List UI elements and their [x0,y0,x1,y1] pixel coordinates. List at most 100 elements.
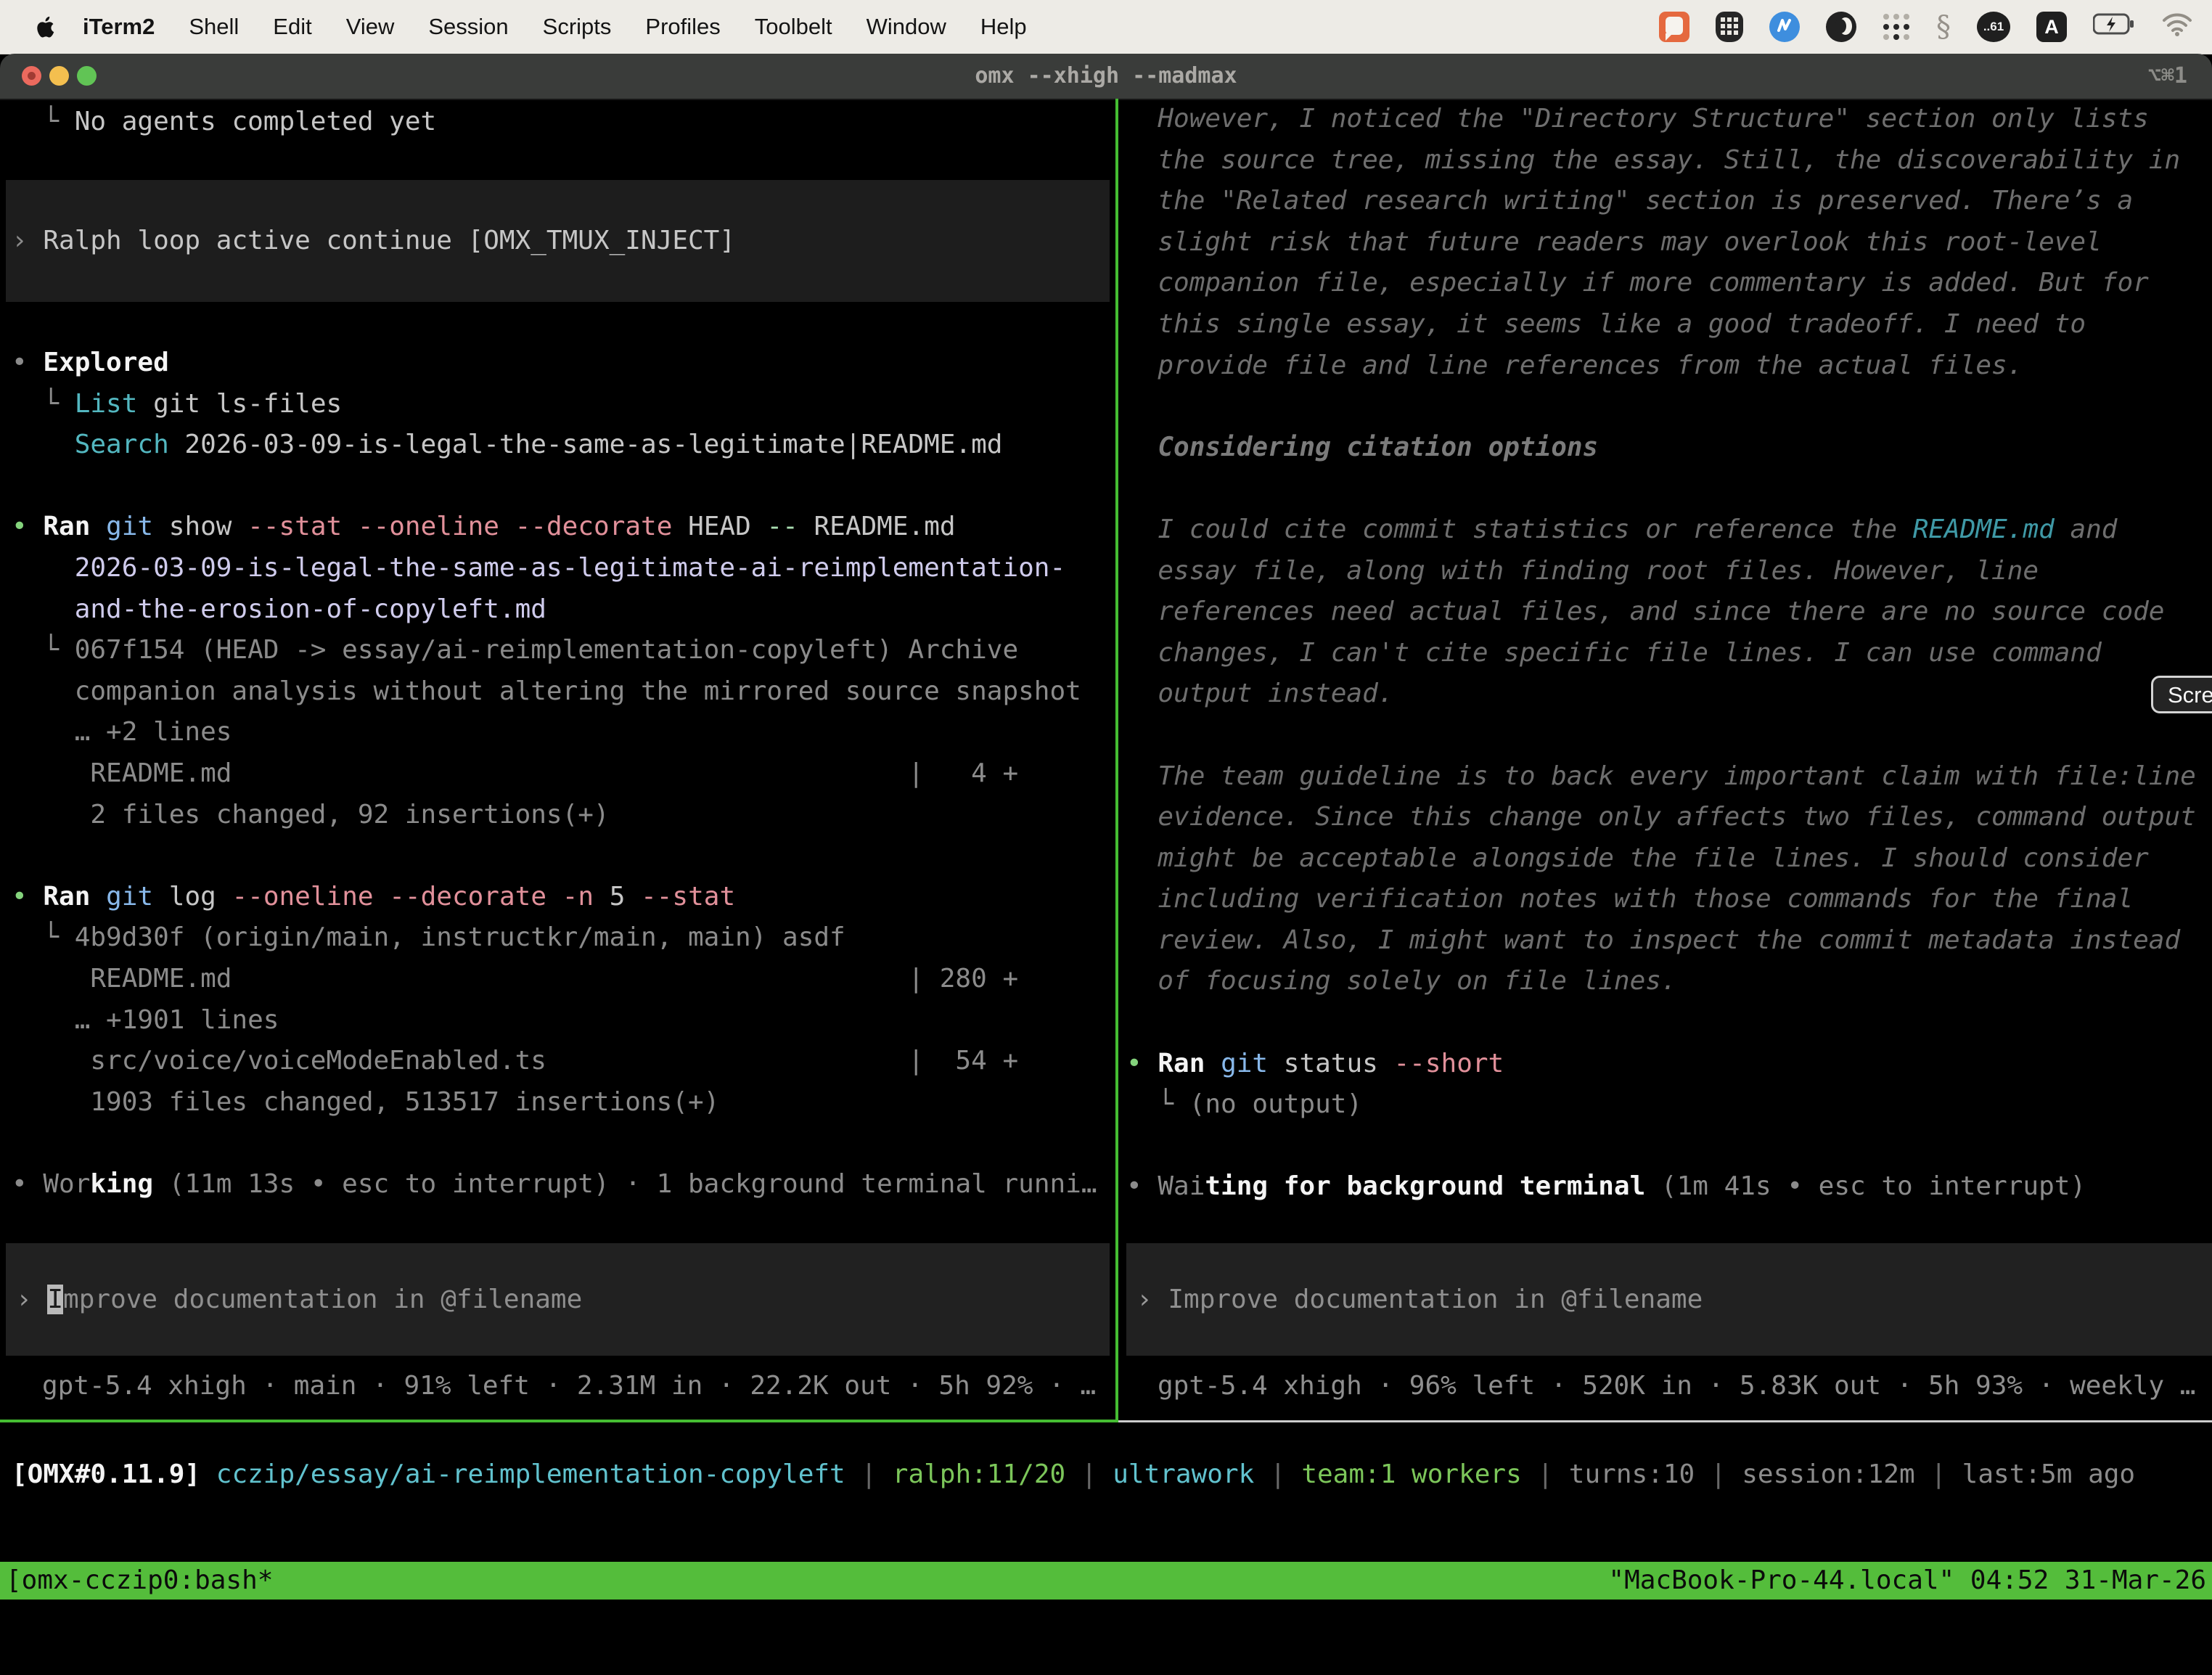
window-titlebar: omx --xhigh --madmax ⌥⌘1 [0,54,2212,100]
terminal-line [12,835,1115,877]
screen-share-overlay-button[interactable]: Scre [2151,676,2212,713]
menu-item-profiles[interactable]: Profiles [645,14,720,40]
menu-item-window[interactable]: Window [867,14,946,40]
terminal-line: └ List git ls-files [12,384,1115,425]
right-prompt-input[interactable]: › Improve documentation in @filename [1126,1243,2212,1356]
terminal-line: └ 4b9d30f (origin/main, instructkr/main,… [12,917,1115,959]
apple-menu-icon[interactable] [36,15,57,39]
window-title: omx --xhigh --madmax [0,54,2212,99]
menu-item-shell[interactable]: Shell [189,14,239,40]
right-pane-bottom-border [1118,1420,2212,1422]
terminal-line [1126,1002,2212,1044]
terminal-line: README.md | 4 + [12,753,1115,795]
left-prompt-input[interactable]: › Improve documentation in @filename [6,1243,1110,1356]
tmux-statusbar: [omx-cczip0:bash* "MacBook-Pro-44.local"… [0,1562,2212,1600]
wifi-icon[interactable] [2161,12,2193,42]
terminal-line: review. Also, I might want to inspect th… [1126,920,2212,962]
terminal-line [12,1123,1115,1164]
terminal-line: [OMX#0.11.9] cczip/essay/ai-reimplementa… [12,1454,2135,1496]
left-pane-topline: └ No agents completed yet [12,102,1115,143]
tmux-host-clock: "MacBook-Pro-44.local" 04:52 31-Mar-26 [1608,1562,2206,1600]
menu-item-iterm2[interactable]: iTerm2 [83,14,155,40]
menu-item-help[interactable]: Help [980,14,1027,40]
terminal-line: this single essay, it seems like a good … [1126,304,2212,345]
terminal-line: might be acceptable alongside the file l… [1126,838,2212,880]
right-session-statusline: gpt-5.4 xhigh · 96% left · 520K in · 5.8… [1158,1366,2195,1406]
terminal-line [12,466,1115,507]
menubar-status-icons: § ..61 A [1659,0,2193,54]
terminal-line: Search 2026-03-09-is-legal-the-same-as-l… [12,425,1115,466]
terminal-line [1126,715,2212,756]
left-terminal-pane[interactable]: └ No agents completed yet › Ralph loop a… [0,99,1115,1421]
terminal-line: provide file and line references from th… [1126,345,2212,387]
terminal-line: and-the-erosion-of-copyleft.md [12,589,1115,631]
left-pane-bottom-border [0,1420,1115,1422]
terminal-line: src/voice/voiceModeEnabled.ts | 54 + [12,1041,1115,1082]
menu-item-edit[interactable]: Edit [273,14,311,40]
macos-menubar: iTerm2 Shell Edit View Session Scripts Profile… [0,0,2212,54]
menu-item-toolbelt[interactable]: Toolbelt [755,14,832,40]
terminal-line: companion analysis without altering the … [12,671,1115,713]
terminal-line: • Explored [12,343,1115,384]
terminal-line: • Working (11m 13s • esc to interrupt) ·… [12,1164,1115,1205]
terminal-line: README.md | 280 + [12,959,1115,1000]
terminal-line: changes, I can't cite specific file line… [1126,633,2212,674]
terminal-line: └ (no output) [1126,1084,2212,1126]
terminal-line: slight risk that future readers may over… [1126,222,2212,263]
window-shortcut: ⌥⌘1 [2148,54,2187,99]
terminal-line [1126,1126,2212,1167]
terminal-line: The team guideline is to back every impo… [1126,756,2212,798]
omx-statusbar: [OMX#0.11.9] cczip/essay/ai-reimplementa… [12,1454,2135,1495]
terminal-line: I could cite commit statistics or refere… [1126,509,2212,551]
prompt-placeholder: Improve documentation in @filename [1168,1285,1703,1314]
terminal-line: 2026-03-09-is-legal-the-same-as-legitima… [12,548,1115,589]
terminal-line: the "Related research writing" section i… [1126,181,2212,222]
count-badge-label: ..61 [1983,20,2004,34]
left-pane-output: • Explored └ List git ls-files Search 20… [12,343,1115,1205]
tmux-window-tab[interactable]: [omx-cczip0:bash* [6,1562,273,1600]
input-source-label: A [2044,16,2059,38]
terminal-line: └ No agents completed yet [12,102,1115,143]
terminal-line: › Ralph loop active continue [OMX_TMUX_I… [6,221,735,262]
pie-icon[interactable] [1826,12,1856,42]
prompt-arrow: › [1126,1285,1168,1314]
prompt-placeholder: mprove documentation in @filename [63,1285,582,1314]
terminal-line: companion file, especially if more comme… [1126,263,2212,304]
terminal-line: evidence. Since this change only affects… [1126,797,2212,838]
squiggle-icon[interactable]: § [1936,12,1951,42]
terminal-line: • Ran git show --stat --oneline --decora… [12,507,1115,548]
menu-item-scripts[interactable]: Scripts [543,14,612,40]
terminal-line [1126,386,2212,427]
menu-item-session[interactable]: Session [428,14,508,40]
terminal-line: • Waiting for background terminal (1m 41… [1126,1166,2212,1208]
terminal-line: … +2 lines [12,712,1115,753]
chat-icon[interactable] [1659,12,1689,42]
menubar-items: iTerm2 Shell Edit View Session Scripts Profile… [83,14,1027,40]
menu-item-view[interactable]: View [346,14,395,40]
terminal-line: including verification notes with those … [1126,879,2212,920]
pane-divider[interactable] [1115,99,1118,1422]
prompt-arrow: › [6,1285,47,1314]
terminal-line: 1903 files changed, 513517 insertions(+) [12,1082,1115,1123]
terminal-line: └ 067f154 (HEAD -> essay/ai-reimplementa… [12,630,1115,671]
count-badge-icon[interactable]: ..61 [1977,12,2010,42]
terminal-line: However, I noticed the "Directory Struct… [1126,99,2212,140]
inject-banner: › Ralph loop active continue [OMX_TMUX_I… [6,180,1110,302]
terminal-line: • Ran git log --oneline --decorate -n 5 … [12,877,1115,918]
terminal-line [1126,468,2212,509]
terminal-line: … +1901 lines [12,1000,1115,1041]
terminal-line: the source tree, missing the essay. Stil… [1126,140,2212,181]
terminal-line: essay file, along with finding root file… [1126,551,2212,592]
right-pane-output: However, I noticed the "Directory Struct… [1126,99,2212,1208]
terminal-line: references need actual files, and since … [1126,591,2212,633]
terminal-line: Considering citation options [1126,427,2212,469]
left-session-statusline: gpt-5.4 xhigh · main · 91% left · 2.31M … [42,1366,1096,1406]
grid-shield-icon[interactable] [1716,12,1743,42]
badge-icon[interactable] [1769,12,1800,42]
battery-icon[interactable] [2093,13,2135,41]
text-cursor: I [47,1285,63,1314]
dots-grid-icon[interactable] [1883,13,1910,41]
input-source-icon[interactable]: A [2036,12,2067,42]
terminal-line: • Ran git status --short [1126,1044,2212,1085]
right-terminal-pane[interactable]: However, I noticed the "Directory Struct… [1121,99,2212,1421]
